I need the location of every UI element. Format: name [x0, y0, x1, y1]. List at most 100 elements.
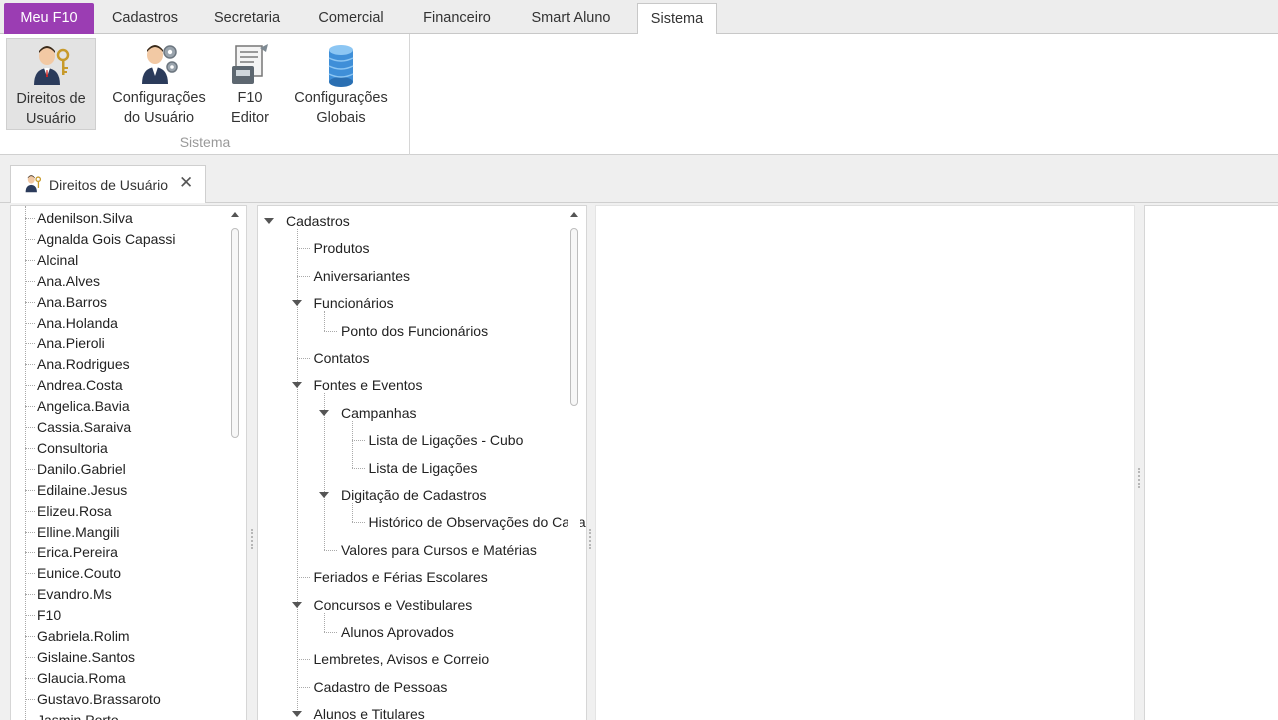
tab-smart-aluno[interactable]: Smart Aluno	[516, 3, 626, 34]
user-list-item[interactable]: Elline.Mangili	[37, 522, 119, 542]
permissions-tree-panel[interactable]: Cadastros Produtos Aniversariantes Funcioná…	[257, 205, 587, 720]
user-list-item[interactable]: Ana.Alves	[37, 271, 100, 291]
tree-connector	[25, 280, 35, 282]
splitter-handle[interactable]	[1138, 468, 1141, 488]
scroll-up-icon[interactable]	[231, 212, 239, 217]
tab-meu-f10[interactable]: Meu F10	[4, 3, 94, 34]
close-icon[interactable]: ✕	[179, 173, 193, 193]
user-list-item[interactable]: Gabriela.Rolim	[37, 626, 130, 646]
permission-tree-item[interactable]: Cadastro de Pessoas	[314, 677, 448, 697]
tree-connector	[25, 594, 35, 596]
tree-line	[351, 503, 353, 523]
user-list-item[interactable]: Ana.Holanda	[37, 313, 118, 333]
collapse-arrow-icon[interactable]	[291, 382, 302, 389]
user-list-item[interactable]: Consultoria	[37, 438, 108, 458]
users-scrollbar[interactable]	[229, 206, 241, 720]
user-list-item[interactable]: Ana.Barros	[37, 292, 107, 312]
user-list-item[interactable]: Angelica.Bavia	[37, 396, 130, 416]
permission-tree-item[interactable]: Fontes e Eventos	[314, 375, 423, 395]
collapse-arrow-icon[interactable]	[291, 601, 302, 608]
config-globais-line1: Configurações	[294, 90, 388, 106]
user-list-item[interactable]: Cassia.Saraiva	[37, 417, 131, 437]
user-list-item[interactable]: Ana.Rodrigues	[37, 354, 130, 374]
user-list-item[interactable]: Glaucia.Roma	[37, 668, 126, 688]
user-gears-icon	[142, 45, 178, 84]
permission-tree-item[interactable]: Alunos e Titulares	[314, 704, 425, 720]
users-list-panel[interactable]: Adenilson.Silva Agnalda Gois Capassi Alcin…	[10, 205, 247, 720]
scroll-up-icon[interactable]	[570, 212, 578, 217]
user-list-item[interactable]: Erica.Pereira	[37, 542, 118, 562]
permission-tree-item[interactable]: Contatos	[314, 348, 370, 368]
config-usuario-line2: do Usuário	[123, 110, 195, 126]
direitos-line1: Direitos de	[16, 91, 86, 107]
tab-financeiro[interactable]: Financeiro	[408, 3, 506, 34]
user-list-item[interactable]: Andrea.Costa	[37, 375, 123, 395]
permission-tree-item[interactable]: Produtos	[314, 238, 370, 258]
permission-tree-item[interactable]: Campanhas	[341, 403, 417, 423]
tree-connector	[25, 615, 35, 617]
user-list-item[interactable]: Elizeu.Rosa	[37, 501, 112, 521]
user-list-item[interactable]: Eunice.Couto	[37, 563, 121, 583]
tree-connector	[324, 549, 337, 551]
tree-line	[324, 311, 325, 331]
tree-scrollbar[interactable]	[568, 206, 580, 720]
user-list-item[interactable]: Alcinal	[37, 250, 78, 270]
ribbon-group-label: Sistema	[179, 134, 231, 150]
collapse-arrow-icon[interactable]	[319, 492, 329, 498]
permission-tree-item[interactable]: Feriados e Férias Escolares	[314, 567, 488, 587]
tree-connector	[25, 698, 35, 700]
permission-tree-item[interactable]: Alunos Aprovados	[341, 622, 454, 642]
permission-tree-item[interactable]: Valores para Cursos e Matérias	[341, 540, 537, 560]
tab-secretaria[interactable]: Secretaria	[198, 3, 296, 34]
document-tab-direitos[interactable]: Direitos de Usuário ✕	[10, 165, 206, 203]
tab-sistema[interactable]: Sistema	[637, 3, 717, 35]
permission-tree-item[interactable]: Histórico de Observações do Cadastro	[369, 512, 587, 532]
permission-tree-item[interactable]: Digitação de Cadastros	[341, 485, 487, 505]
tree-connector	[351, 440, 365, 442]
ribbon-group-sistema: Direitos de Usuário Configurações do Usu…	[0, 34, 410, 155]
tree-connector	[324, 330, 337, 332]
user-list-item[interactable]: Gislaine.Santos	[37, 647, 135, 667]
splitter-handle[interactable]	[251, 529, 254, 549]
collapse-arrow-icon[interactable]	[291, 711, 302, 718]
collapse-arrow-icon[interactable]	[319, 409, 329, 416]
user-list-item[interactable]: Agnalda Gois Capassi	[37, 229, 176, 249]
user-list-item[interactable]: Adenilson.Silva	[37, 208, 133, 228]
collapse-arrow-icon[interactable]	[264, 218, 274, 224]
permission-tree-item[interactable]: Aniversariantes	[314, 266, 411, 286]
tree-connector	[25, 573, 35, 575]
tree-connector	[25, 489, 35, 491]
splitter-handle[interactable]	[589, 529, 592, 549]
right-panel	[1144, 205, 1278, 720]
permission-tree-item[interactable]: Lista de Ligações - Cubo	[369, 430, 524, 450]
scroll-thumb[interactable]	[570, 228, 578, 406]
tree-connector	[25, 510, 35, 512]
configuracoes-globais-button[interactable]: Configurações Globais	[286, 38, 396, 130]
user-list-item[interactable]: Jasmin.Porto	[37, 710, 119, 720]
details-panel	[595, 205, 1135, 720]
permission-tree-item[interactable]: Lista de Ligações	[369, 458, 478, 478]
tree-connector	[25, 301, 35, 303]
direitos-de-usuario-button[interactable]: Direitos de Usuário	[6, 38, 96, 130]
tab-comercial[interactable]: Comercial	[302, 3, 400, 34]
user-list-item[interactable]: Danilo.Gabriel	[37, 459, 126, 479]
scroll-thumb[interactable]	[231, 228, 239, 438]
user-list-item[interactable]: Edilaine.Jesus	[37, 480, 127, 500]
user-list-item[interactable]: F10	[37, 605, 61, 625]
permission-tree-item[interactable]: Concursos e Vestibulares	[314, 595, 473, 615]
configuracoes-do-usuario-button[interactable]: Configurações do Usuário	[104, 38, 214, 130]
tree-connector	[25, 218, 35, 219]
tree-connector	[324, 632, 337, 633]
user-list-item[interactable]: Evandro.Ms	[37, 584, 112, 604]
user-list-item[interactable]: Ana.Pieroli	[37, 333, 105, 353]
permission-tree-item[interactable]: Funcionários	[314, 293, 394, 313]
tab-cadastros[interactable]: Cadastros	[96, 3, 194, 34]
permission-tree-item[interactable]: Lembretes, Avisos e Correio	[314, 649, 490, 669]
tree-connector	[296, 577, 310, 579]
user-list-item[interactable]: Gustavo.Brassaroto	[37, 689, 161, 709]
collapse-arrow-icon[interactable]	[291, 300, 302, 307]
f10-editor-button[interactable]: F10 Editor	[220, 38, 280, 130]
permission-tree-item[interactable]: Cadastros	[286, 211, 350, 231]
permission-tree-item[interactable]: Ponto dos Funcionários	[341, 321, 488, 341]
tree-connector	[296, 248, 310, 250]
